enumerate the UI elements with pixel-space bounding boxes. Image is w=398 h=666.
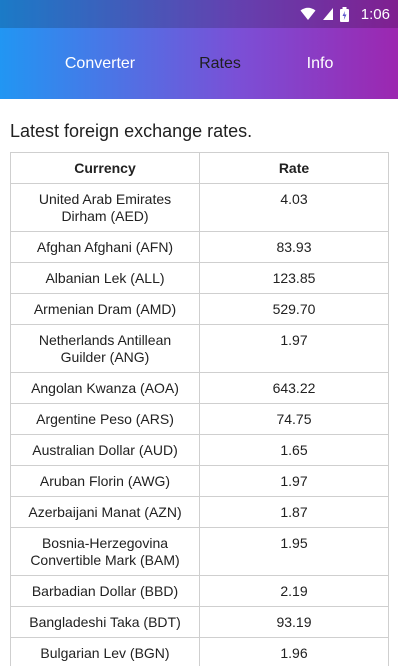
- currency-cell: Afghan Afghani (AFN): [10, 231, 200, 263]
- currency-cell: Albanian Lek (ALL): [10, 262, 200, 294]
- rate-cell: 1.97: [199, 465, 389, 497]
- currency-cell: Azerbaijani Manat (AZN): [10, 496, 200, 528]
- rate-cell: 1.97: [199, 324, 389, 373]
- currency-column-header: Currency: [10, 152, 200, 184]
- currency-cell: Armenian Dram (AMD): [10, 293, 200, 325]
- rate-cell: 1.95: [199, 527, 389, 576]
- table-row: Netherlands Antillean Guilder (ANG) 1.97: [10, 324, 389, 373]
- tab-info[interactable]: Info: [270, 28, 370, 99]
- rate-cell: 93.19: [199, 606, 389, 638]
- rate-cell: 1.87: [199, 496, 389, 528]
- currency-cell: Angolan Kwanza (AOA): [10, 372, 200, 404]
- rate-cell: 83.93: [199, 231, 389, 263]
- table-row: Argentine Peso (ARS) 74.75: [10, 403, 389, 435]
- rate-column-header: Rate: [199, 152, 389, 184]
- page-heading: Latest foreign exchange rates.: [10, 121, 253, 141]
- table-row: Bosnia-Herzegovina Convertible Mark (BAM…: [10, 527, 389, 576]
- table-row: Barbadian Dollar (BBD) 2.19: [10, 575, 389, 607]
- tab-bar: Converter Rates Info: [0, 28, 398, 99]
- rate-cell: 123.85: [199, 262, 389, 294]
- status-time: 1:06: [360, 5, 390, 23]
- status-bar: 1:06: [0, 0, 398, 28]
- app-bar: 1:06 Converter Rates Info: [0, 0, 398, 99]
- currency-cell: Aruban Florin (AWG): [10, 465, 200, 497]
- table-row: Angolan Kwanza (AOA) 643.22: [10, 372, 389, 404]
- wifi-icon: [300, 7, 316, 20]
- signal-icon: [322, 8, 333, 20]
- currency-cell: Netherlands Antillean Guilder (ANG): [10, 324, 200, 373]
- rate-cell: 643.22: [199, 372, 389, 404]
- rates-table: Currency Rate United Arab Emirates Dirha…: [10, 152, 389, 666]
- tab-converter[interactable]: Converter: [40, 28, 160, 99]
- table-row: Bulgarian Lev (BGN) 1.96: [10, 637, 389, 666]
- rate-cell: 74.75: [199, 403, 389, 435]
- currency-cell: Australian Dollar (AUD): [10, 434, 200, 466]
- table-row: Armenian Dram (AMD) 529.70: [10, 293, 389, 325]
- table-row: Australian Dollar (AUD) 1.65: [10, 434, 389, 466]
- status-icons: 1:06: [300, 6, 390, 23]
- currency-cell: Barbadian Dollar (BBD): [10, 575, 200, 607]
- currency-cell: Bangladeshi Taka (BDT): [10, 606, 200, 638]
- table-header-row: Currency Rate: [10, 152, 389, 184]
- rate-cell: 529.70: [199, 293, 389, 325]
- table-row: United Arab Emirates Dirham (AED) 4.03: [10, 183, 389, 232]
- currency-cell: Bosnia-Herzegovina Convertible Mark (BAM…: [10, 527, 200, 576]
- currency-cell: Argentine Peso (ARS): [10, 403, 200, 435]
- battery-icon: [339, 6, 349, 22]
- table-row: Azerbaijani Manat (AZN) 1.87: [10, 496, 389, 528]
- table-row: Albanian Lek (ALL) 123.85: [10, 262, 389, 294]
- table-row: Afghan Afghani (AFN) 83.93: [10, 231, 389, 263]
- table-row: Bangladeshi Taka (BDT) 93.19: [10, 606, 389, 638]
- rate-cell: 1.96: [199, 637, 389, 666]
- rate-cell: 2.19: [199, 575, 389, 607]
- tab-rates[interactable]: Rates: [160, 28, 280, 99]
- table-row: Aruban Florin (AWG) 1.97: [10, 465, 389, 497]
- rate-cell: 4.03: [199, 183, 389, 232]
- currency-cell: Bulgarian Lev (BGN): [10, 637, 200, 666]
- rate-cell: 1.65: [199, 434, 389, 466]
- currency-cell: United Arab Emirates Dirham (AED): [10, 183, 200, 232]
